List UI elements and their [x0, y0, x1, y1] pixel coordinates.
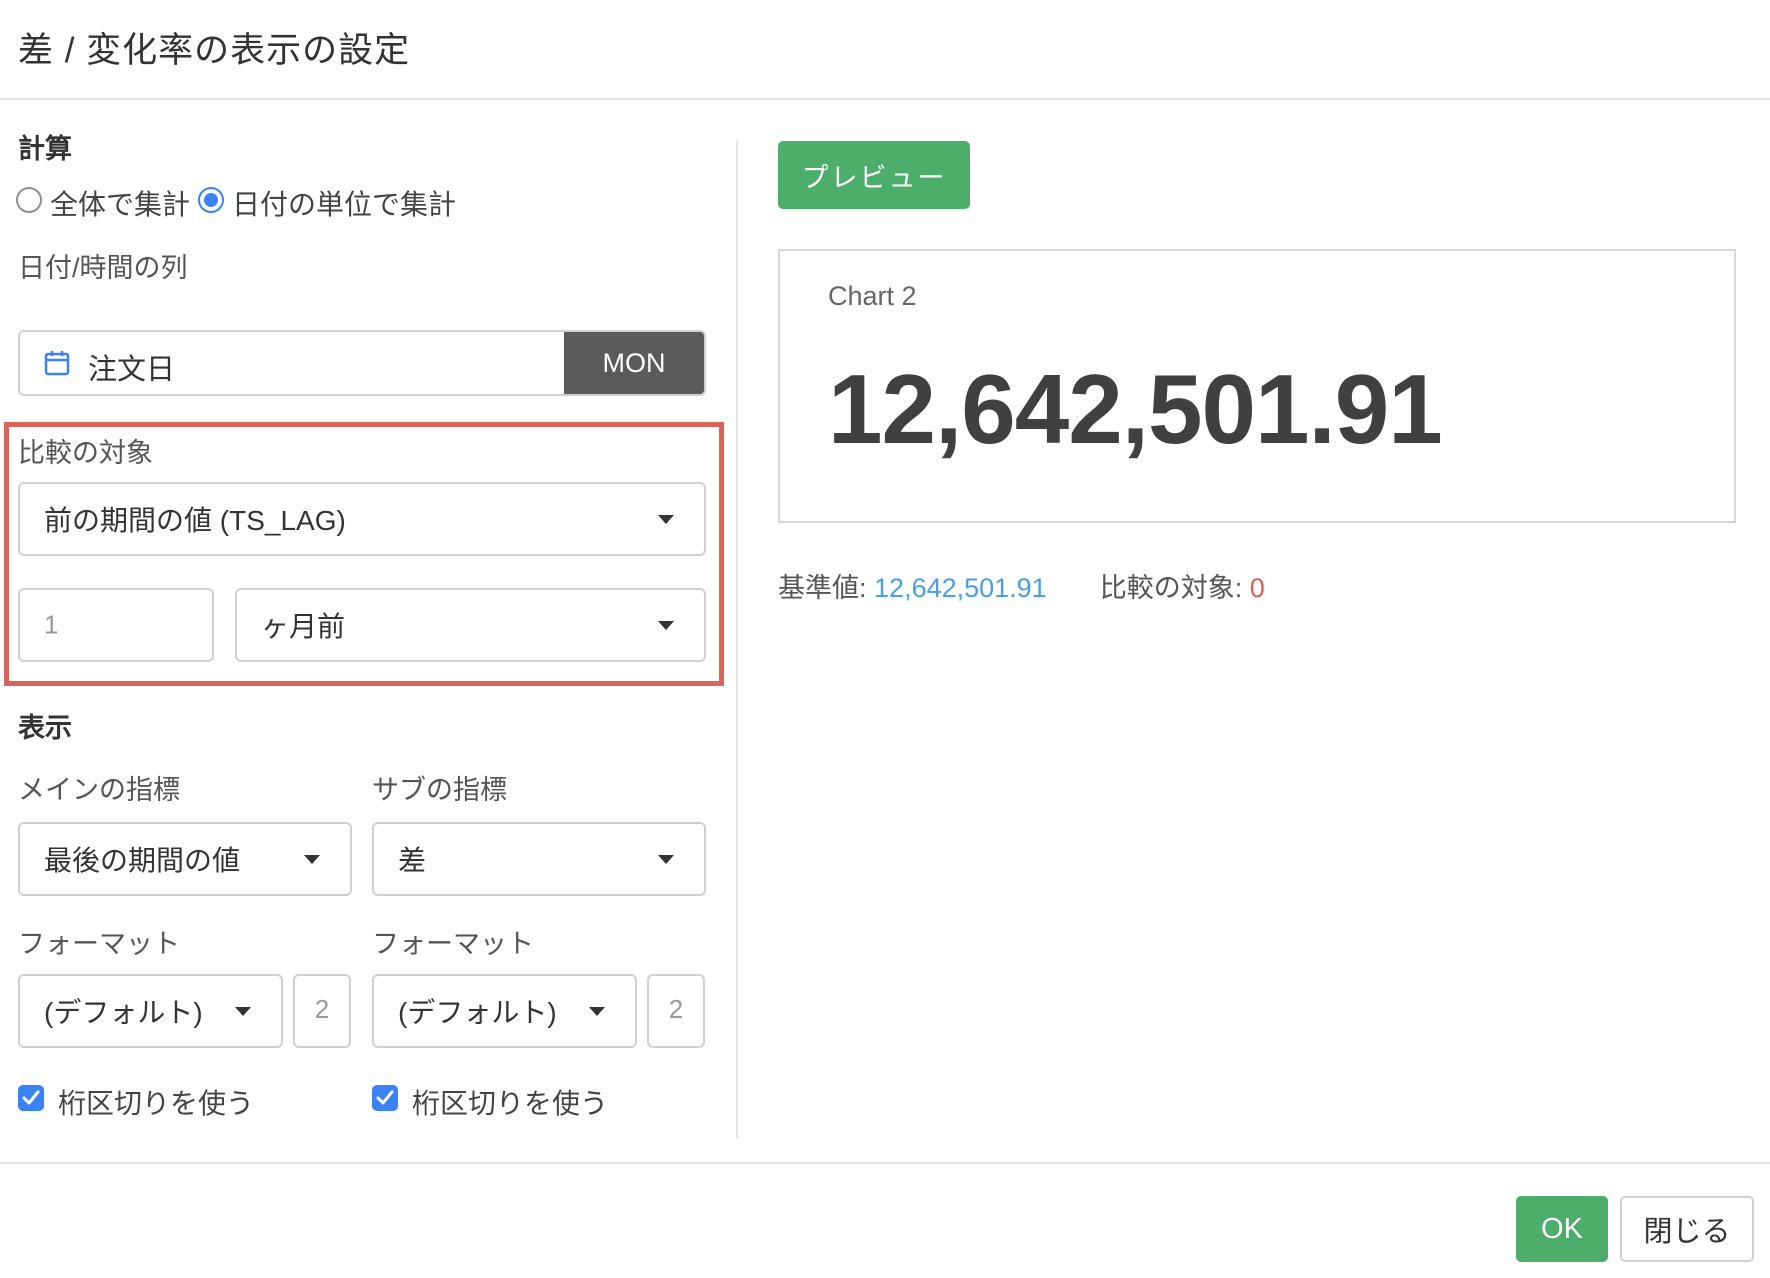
- main-metric-select[interactable]: 最後の期間の値: [18, 822, 352, 896]
- main-metric-label: メインの指標: [18, 775, 180, 805]
- radio-aggregate-by-date-label[interactable]: 日付の単位で集計: [232, 183, 456, 223]
- main-metric-value: 最後の期間の値: [44, 845, 241, 876]
- date-column-field[interactable]: 注文日 MON: [18, 330, 706, 396]
- compare-label: 比較の対象:: [1099, 573, 1243, 603]
- chevron-down-icon: [658, 855, 674, 864]
- compare-value: 0: [1249, 573, 1265, 603]
- chevron-down-icon: [658, 515, 674, 524]
- check-icon: [22, 1090, 40, 1105]
- preview-chart-card: Chart 2 12,642,501.91: [778, 249, 1736, 523]
- format-main-select[interactable]: (デフォルト): [18, 974, 283, 1048]
- decimals-sub-value: 2: [668, 994, 684, 1024]
- radio-aggregate-all-label[interactable]: 全体で集計: [50, 183, 190, 223]
- format-sub-value: (デフォルト): [398, 997, 557, 1028]
- separator-sub-checkbox[interactable]: [372, 1085, 398, 1111]
- comparison-label: 比較の対象: [18, 438, 153, 468]
- decimals-main-value: 2: [314, 994, 330, 1024]
- sub-metric-value: 差: [398, 845, 427, 876]
- chart-value: 12,642,501.91: [828, 354, 1443, 464]
- comparison-offset-unit-value: ヶ月前: [261, 611, 346, 642]
- calculation-section-title: 計算: [18, 134, 72, 164]
- decimals-main-input[interactable]: 2: [293, 974, 351, 1048]
- separator-main-label[interactable]: 桁区切りを使う: [58, 1082, 254, 1122]
- comparison-offset-unit-select[interactable]: ヶ月前: [235, 588, 706, 662]
- footer-divider: [0, 1162, 1770, 1164]
- radio-aggregate-by-date[interactable]: [198, 187, 224, 213]
- chevron-down-icon: [304, 855, 320, 864]
- comparison-offset-input[interactable]: 1: [18, 588, 214, 662]
- date-column-label: 日付/時間の列: [18, 253, 188, 283]
- check-icon: [376, 1090, 394, 1105]
- format-main-value: (デフォルト): [44, 997, 203, 1028]
- comparison-method-value: 前の期間の値 (TS_LAG): [44, 505, 346, 536]
- dialog-title: 差 / 変化率の表示の設定: [18, 31, 411, 70]
- baseline-value: 12,642,501.91: [874, 573, 1047, 603]
- radio-aggregate-all[interactable]: [16, 187, 42, 213]
- dialog-header: 差 / 変化率の表示の設定: [0, 0, 1770, 100]
- baseline-label: 基準値:: [778, 573, 867, 603]
- comparison-offset-placeholder: 1: [44, 609, 59, 640]
- baseline-row: 基準値: 12,642,501.91 比較の対象: 0: [778, 566, 1265, 605]
- display-section-title: 表示: [18, 713, 72, 743]
- format-sub-select[interactable]: (デフォルト): [372, 974, 637, 1048]
- panel-divider: [736, 140, 738, 1138]
- separator-sub-label[interactable]: 桁区切りを使う: [412, 1082, 608, 1122]
- decimals-sub-input[interactable]: 2: [647, 974, 705, 1048]
- format-label-sub: フォーマット: [372, 929, 534, 959]
- chart-name: Chart 2: [828, 281, 917, 311]
- sub-metric-select[interactable]: 差: [372, 822, 706, 896]
- sub-metric-label: サブの指標: [372, 775, 507, 805]
- format-label-main: フォーマット: [18, 929, 180, 959]
- chevron-down-icon: [235, 1007, 251, 1016]
- date-column-value: 注文日: [88, 354, 176, 386]
- calendar-icon: [44, 351, 70, 376]
- comparison-method-select[interactable]: 前の期間の値 (TS_LAG): [18, 482, 706, 556]
- close-button[interactable]: 閉じる: [1620, 1196, 1754, 1262]
- preview-button[interactable]: プレビュー: [778, 141, 970, 209]
- chevron-down-icon: [589, 1007, 605, 1016]
- date-unit-button[interactable]: MON: [564, 332, 704, 394]
- chevron-down-icon: [658, 621, 674, 630]
- ok-button[interactable]: OK: [1516, 1196, 1608, 1262]
- separator-main-checkbox[interactable]: [18, 1085, 44, 1111]
